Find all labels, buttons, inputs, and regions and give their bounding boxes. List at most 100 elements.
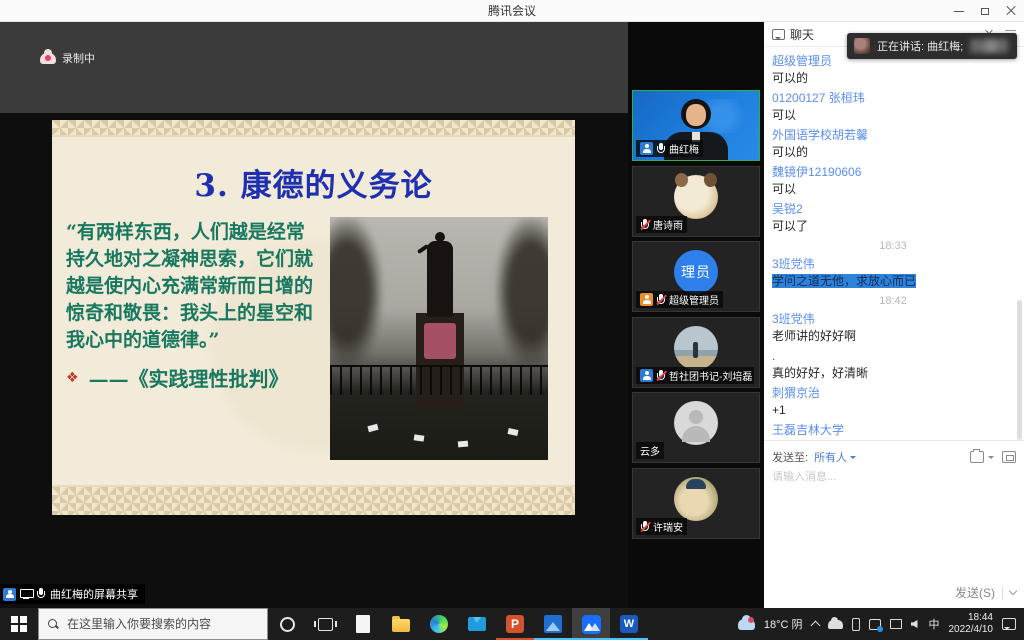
slide-attribution: ❖ ——《实践理性批判》 [66,363,289,392]
slide-top-border-pattern [52,120,575,137]
cortana-button[interactable] [268,608,306,640]
video-thumbnail-xuruian[interactable]: 许瑞安 [632,468,760,539]
pink-graffiti [424,323,456,359]
message-sender[interactable]: 吴锐2 [772,201,1014,218]
dog-ear [675,173,688,187]
presenter-face [686,104,706,126]
video-thumbnail-liupeilei[interactable]: 哲社团书记-刘培磊 [632,317,760,388]
send-to-value: 所有人 [814,449,847,465]
maximize-button[interactable] [972,0,998,22]
participant-name: 超级管理员 [669,292,719,307]
phone-icon[interactable] [852,618,860,631]
participant-label: 曲红梅 [636,140,703,157]
speaker-avatar [854,38,870,54]
chat-input[interactable] [772,471,1010,483]
mic-muted-icon [640,219,650,231]
paper-litter [414,434,425,441]
chat-scrollbar[interactable] [1017,300,1022,440]
tray-expand-icon[interactable] [810,621,820,631]
touch-keyboard-icon[interactable] [890,619,902,629]
start-button[interactable] [0,608,38,640]
send-button[interactable]: 发送(S) [955,584,995,601]
search-input[interactable] [67,617,252,631]
share-banner-label: 曲红梅的屏幕共享 [50,586,138,602]
attribution-text: ——《实践理性批判》 [89,363,289,392]
tray-time: 18:44 [949,612,994,624]
weather-icon[interactable] [738,619,755,630]
kant-statue-photo [330,217,548,460]
message-sender[interactable]: 王磊吉林大学 [772,422,1014,439]
message-sender[interactable]: 刺猬京治 [772,385,1014,402]
avatar [674,477,718,521]
video-thumbnail-yunduo[interactable]: 云多 [632,392,760,463]
avatar [674,175,718,219]
send-options-chevron-icon[interactable] [1009,587,1017,595]
ime-indicator[interactable]: 中 [929,616,940,632]
participant-label: 哲社团书记-刘培磊 [636,367,754,384]
message-text: 真的好好，好清晰 [772,365,1014,382]
task-view-icon [318,618,333,631]
send-to-dropdown[interactable]: 所有人 [814,449,856,465]
chat-timestamp: 18:33 [772,238,1014,254]
quote-line: 我心中的道德律。” [66,327,346,354]
photo-tree [496,217,548,367]
mic-icon [36,588,46,600]
chevron-down-icon[interactable] [988,456,994,462]
taskbar-app-photos[interactable] [534,608,572,640]
photo-tree [330,217,382,367]
recording-indicator: 录制中 [40,50,95,66]
task-view-button[interactable] [306,608,344,640]
taskbar-app-meeting[interactable] [572,608,610,640]
minimize-button[interactable] [946,0,972,22]
weather-text[interactable]: 18°C 阴 [764,616,803,632]
device-notification-icon[interactable] [869,619,881,630]
taskbar-app-powerpoint[interactable]: P [496,608,534,640]
message-sender[interactable]: 3班党伟 [772,311,1014,328]
taskbar-app-explorer[interactable] [382,608,420,640]
message-text: +1 [772,402,1014,419]
chat-message-list[interactable]: 超级管理员 可以的 01200127 张桓玮 可以 外国语学校胡若馨 可以的 魏… [764,47,1024,442]
video-thumbnail-tangshiyu[interactable]: 唐诗雨 [632,166,760,237]
message-sender[interactable]: 魏镜伊12190606 [772,164,1014,181]
taskbar-app-notepad[interactable] [344,608,382,640]
chat-message: 3班党伟 学问之道无他，求放心而已 [772,256,1014,290]
speaker-icon[interactable] [911,620,918,628]
message-text: 可以 [772,107,1014,124]
participant-label: 云多 [636,442,664,459]
powerpoint-icon: P [506,615,524,633]
taskbar-search[interactable] [38,608,268,640]
taskbar-app-word[interactable]: W [610,608,648,640]
mic-muted-icon [656,370,666,382]
chat-icon [772,29,785,40]
slide-quote: “有两样东西，人们越是经常 持久地对之凝神思索，它们就 越是使内心充满常新而日增… [66,219,346,354]
clock[interactable]: 18:44 2022/4/10 [949,612,994,636]
message-sender[interactable]: 外国语学校胡若馨 [772,127,1014,144]
screenshot-button[interactable] [1002,451,1016,463]
chat-history-button[interactable] [970,451,984,463]
mail-icon [468,617,486,631]
system-tray: 18°C 阴 中 18:44 2022/4/10 [738,608,1024,640]
windows-logo-icon [11,616,27,632]
close-button[interactable] [998,0,1024,22]
message-sender[interactable]: 01200127 张桓玮 [772,90,1014,107]
person-icon [5,590,14,599]
notification-center-icon[interactable] [1002,618,1016,630]
taskbar-app-mail[interactable] [458,608,496,640]
quote-line: 越是使内心充满常新而日增的 [66,273,346,300]
video-thumbnail-quhongmei[interactable]: 曲红梅 [632,90,760,161]
video-thumbnail-admin[interactable]: 理员 超级管理员 [632,241,760,312]
recording-label: 录制中 [62,50,95,66]
onedrive-icon[interactable] [828,620,843,629]
dog-ear [704,173,717,187]
divider [1002,586,1003,600]
participant-label: 超级管理员 [636,291,723,308]
message-sender[interactable]: . [772,348,1014,365]
admin-role-icon [640,293,653,306]
taskbar-app-edge[interactable] [420,608,458,640]
quote-line: 持久地对之凝神思索，它们就 [66,246,346,273]
chat-timestamp: 18:42 [772,293,1014,309]
speaking-label: 正在讲话: 曲红梅; [877,38,963,54]
message-sender[interactable]: 3班党伟 [772,256,1014,273]
chat-message: 王磊吉林大学 +1 [772,422,1014,442]
chat-panel: 聊天 超级管理员 可以的 01200127 张桓玮 可以 外国语学校胡若馨 可以… [764,22,1024,608]
